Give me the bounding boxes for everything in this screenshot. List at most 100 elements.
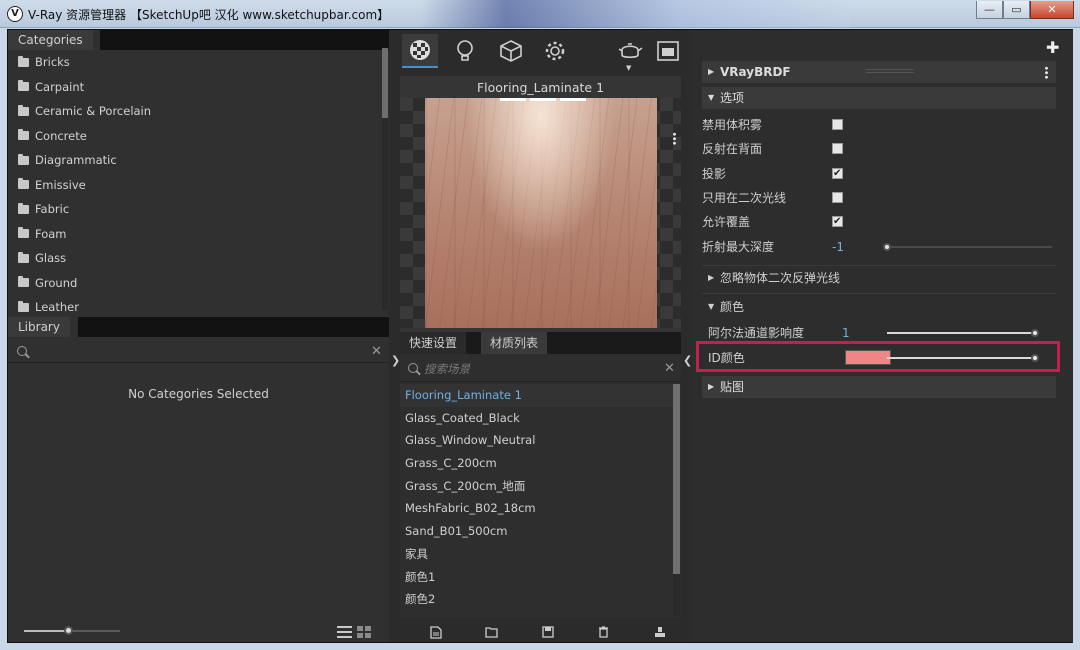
material-list-item[interactable]: MeshFabric_B02_18cm xyxy=(400,497,673,520)
category-item[interactable]: Diagrammatic xyxy=(8,148,382,173)
layer-options-icon[interactable] xyxy=(1045,66,1048,79)
clear-search-icon[interactable]: ✕ xyxy=(664,361,675,376)
minimize-button[interactable]: — xyxy=(976,1,1003,19)
grid-view-icon[interactable] xyxy=(357,626,372,638)
category-item[interactable]: Foam xyxy=(8,222,382,247)
material-list-item[interactable]: 颜色3 xyxy=(400,611,673,616)
geometry-icon[interactable] xyxy=(494,34,528,68)
title-bar[interactable]: V V-Ray 资源管理器 【SketchUp吧 汉化 www.sketchup… xyxy=(0,0,1080,28)
category-label: Bricks xyxy=(35,55,70,70)
tab-categories[interactable]: Categories xyxy=(8,30,93,50)
material-scrollbar[interactable] xyxy=(673,384,680,616)
material-list-item[interactable]: Sand_B01_500cm xyxy=(400,520,673,543)
thumbnail-size-knob[interactable] xyxy=(64,626,74,635)
alpha-contribution-knob[interactable] xyxy=(1031,329,1039,337)
category-item[interactable]: Emissive xyxy=(8,173,382,198)
frame-buffer-icon[interactable] xyxy=(655,34,681,68)
material-scrollbar-thumb[interactable] xyxy=(673,384,680,574)
rollout-maps[interactable]: ▶ 贴图 xyxy=(702,376,1056,398)
delete-icon[interactable] xyxy=(598,626,609,638)
folder-icon xyxy=(18,202,29,214)
open-folder-icon[interactable] xyxy=(485,626,499,638)
save-icon[interactable] xyxy=(542,626,554,638)
clear-search-icon[interactable]: ✕ xyxy=(371,344,382,359)
teapot-dropdown-icon[interactable]: ▼ xyxy=(626,64,631,72)
render-settings-icon[interactable] xyxy=(538,34,572,68)
collapse-icon: ▼ xyxy=(708,93,715,102)
max-depth-knob[interactable] xyxy=(883,243,891,251)
materials-icon[interactable] xyxy=(402,34,438,68)
drag-handle-icon[interactable] xyxy=(866,69,914,75)
alpha-contribution-value[interactable]: 1 xyxy=(842,322,850,344)
rollout-vraybrdf[interactable]: ▶ VRayBRDF xyxy=(702,61,1056,83)
category-item[interactable]: Bricks xyxy=(8,50,382,75)
window-title: V-Ray 资源管理器 【SketchUp吧 汉化 www.sketchupba… xyxy=(28,8,390,22)
folder-icon xyxy=(18,129,29,141)
material-list-item[interactable]: 颜色1 xyxy=(400,566,673,589)
option-checkbox[interactable] xyxy=(832,143,843,155)
purge-icon[interactable] xyxy=(654,626,666,638)
material-list-item[interactable]: 颜色2 xyxy=(400,588,673,611)
category-item[interactable]: Ceramic & Porcelain xyxy=(8,99,382,124)
option-label: 禁用体积雾 xyxy=(702,118,763,132)
alpha-contribution-row: 阿尔法通道影响度 1 xyxy=(708,322,1056,344)
max-depth-value[interactable]: -1 xyxy=(832,236,844,258)
tab-library[interactable]: Library xyxy=(8,317,70,337)
asset-editor-client: Categories Bricks Carpaint Ceramic & Porce… xyxy=(7,29,1073,643)
max-depth-row: 折射最大深度 -1 xyxy=(702,236,1056,258)
category-item[interactable]: Leather xyxy=(8,295,382,312)
tab-material-list[interactable]: 材质列表 xyxy=(481,332,548,354)
rollout-ignore-gi[interactable]: ▶ 忽略物体二次反弹光线 xyxy=(702,267,1056,289)
material-search-input[interactable] xyxy=(424,360,654,378)
maximize-button[interactable]: ▭ xyxy=(1003,1,1030,19)
new-file-icon[interactable] xyxy=(430,626,442,639)
option-checkbox[interactable] xyxy=(832,119,843,130)
category-label: Emissive xyxy=(35,177,86,192)
category-label: Leather xyxy=(35,300,79,312)
collapse-icon: ▼ xyxy=(708,302,715,311)
id-color-knob[interactable] xyxy=(1031,354,1039,362)
thumbnail-size-slider[interactable] xyxy=(24,626,120,635)
material-list-item[interactable]: Flooring_Laminate 1 xyxy=(400,384,673,407)
id-color-swatch[interactable] xyxy=(845,350,891,365)
rollout-options[interactable]: ▼ 选项 xyxy=(702,87,1056,109)
option-label: 允许覆盖 xyxy=(702,215,751,230)
option-checkbox[interactable] xyxy=(832,211,843,233)
add-layer-icon[interactable]: ✚ xyxy=(1046,38,1059,57)
tab-quick-settings[interactable]: 快速设置 xyxy=(400,332,467,354)
collapse-left-icon[interactable]: ❯ xyxy=(391,354,400,367)
category-scrollbar-thumb[interactable] xyxy=(382,48,388,118)
category-item[interactable]: Fabric xyxy=(8,197,382,222)
option-checkbox[interactable] xyxy=(832,163,843,185)
option-label: 只用在二次光线 xyxy=(702,190,787,205)
lights-icon[interactable] xyxy=(448,34,482,68)
collapse-right-icon[interactable]: ❮ xyxy=(683,354,692,367)
category-item[interactable]: Glass xyxy=(8,246,382,271)
category-item[interactable]: Ground xyxy=(8,271,382,296)
id-color-slider[interactable] xyxy=(887,354,1039,362)
max-depth-slider[interactable] xyxy=(883,243,1052,251)
category-label: Ceramic & Porcelain xyxy=(35,104,152,119)
category-item[interactable]: Carpaint xyxy=(8,75,382,100)
close-button[interactable]: ✕ xyxy=(1030,1,1074,19)
alpha-contribution-slider[interactable] xyxy=(887,329,1039,337)
category-item[interactable]: Concrete xyxy=(8,124,382,149)
library-search-bar[interactable]: ✕ xyxy=(8,341,389,363)
material-tabs: 快速设置 材质列表 xyxy=(400,332,681,354)
list-view-icon[interactable] xyxy=(337,626,352,638)
material-list-item[interactable]: Glass_Coated_Black xyxy=(400,407,673,430)
option-checkbox[interactable] xyxy=(832,191,843,203)
library-tab-strip xyxy=(78,317,389,337)
preview-title: Flooring_Laminate 1 xyxy=(476,80,605,95)
option-row: 投影 xyxy=(702,163,1056,185)
material-list-item[interactable]: Grass_C_200cm_地面 xyxy=(400,475,673,498)
option-label: 反射在背面 xyxy=(702,142,763,157)
material-list-item[interactable]: 家具 xyxy=(400,543,673,566)
category-scrollbar[interactable] xyxy=(382,48,388,310)
rollout-color[interactable]: ▼ 颜色 xyxy=(702,296,1056,318)
material-list-item[interactable]: Grass_C_200cm xyxy=(400,452,673,475)
material-preview: Flooring_Laminate 1 xyxy=(400,76,681,332)
preview-options-icon[interactable] xyxy=(673,132,676,145)
material-list-item[interactable]: Glass_Window_Neutral xyxy=(400,429,673,452)
teapot-icon[interactable] xyxy=(613,34,647,68)
